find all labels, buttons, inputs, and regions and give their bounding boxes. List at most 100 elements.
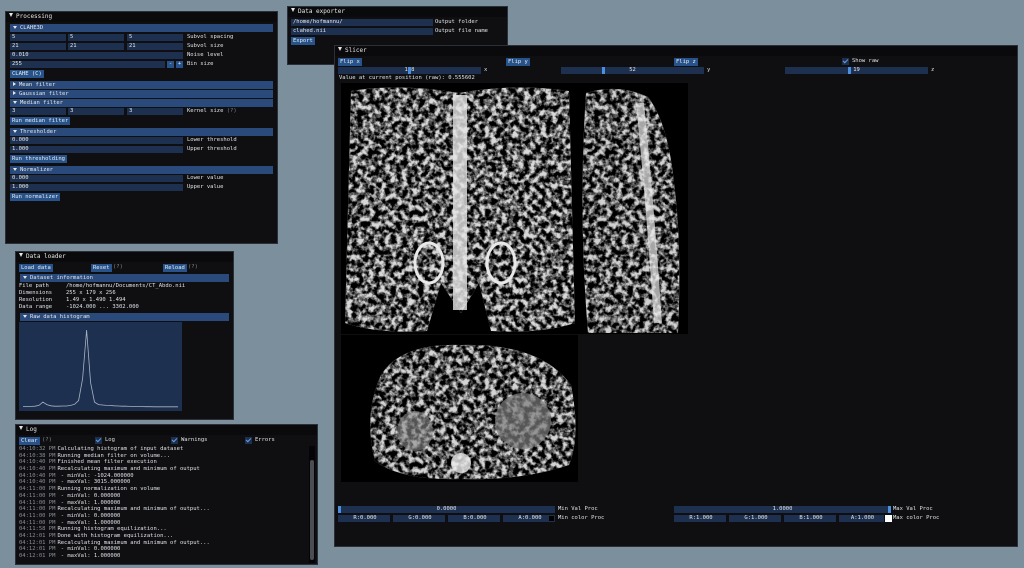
clear-help-marker[interactable]: (?) — [42, 437, 52, 444]
output-file-input[interactable]: clahed.nii — [291, 28, 433, 35]
coronal-slice-svg — [345, 87, 575, 332]
kernel-size-y[interactable]: 3 — [68, 108, 124, 115]
mean-filter-header[interactable]: Mean filter — [10, 81, 273, 89]
max-val-slider[interactable]: 1.0000 — [674, 506, 891, 513]
clahe-header[interactable]: CLAHE3D — [10, 24, 273, 32]
errors-checkbox[interactable] — [245, 437, 252, 444]
slice-z-slider[interactable]: 19 — [785, 67, 928, 74]
kernel-size-x[interactable]: 3 — [10, 108, 66, 115]
flip-x-button[interactable]: Flip x — [338, 58, 362, 66]
sagittal-slice-image[interactable] — [578, 83, 688, 334]
min-color-r[interactable]: R:0.000 — [338, 515, 390, 522]
reset-help-marker[interactable]: (?) — [113, 264, 123, 271]
loader-titlebar[interactable]: Data loader — [16, 252, 233, 262]
log-scrollbar[interactable] — [309, 446, 315, 563]
clahe-run-button[interactable]: CLAHE (C) — [10, 70, 44, 78]
info-key-data-range: Data range — [19, 304, 53, 310]
max-val-grab[interactable] — [888, 506, 891, 513]
subvol-spacing-y[interactable]: 5 — [68, 34, 124, 41]
log-timestamp: 04:11:00 PM — [19, 492, 56, 499]
raw-histogram-plot — [19, 322, 182, 411]
max-color-b[interactable]: B:1.000 — [784, 515, 836, 522]
normalizer-upper-input[interactable]: 1.000 — [10, 184, 183, 191]
help-marker[interactable]: (?) — [227, 108, 237, 114]
collapse-triangle-icon[interactable] — [9, 13, 13, 17]
subvol-size-x[interactable]: 21 — [10, 43, 66, 50]
log-checkbox[interactable] — [95, 437, 102, 444]
slice-y-slider[interactable]: 52 — [561, 67, 704, 74]
normalizer-lower-input[interactable]: 0.000 — [10, 175, 183, 182]
reset-button[interactable]: Reset — [91, 264, 112, 272]
upper-threshold-input[interactable]: 1.000 — [10, 146, 183, 153]
output-folder-input[interactable]: /home/hofmannu/ — [291, 19, 433, 26]
slice-x-grab[interactable] — [408, 67, 411, 74]
median-filter-header[interactable]: Median filter — [10, 99, 273, 107]
slice-y-grab[interactable] — [601, 67, 605, 74]
axial-slice-image[interactable] — [341, 335, 578, 482]
slice-x-slider[interactable]: 128 — [338, 67, 481, 74]
reload-button[interactable]: Reload — [163, 264, 187, 272]
subvol-size-y[interactable]: 21 — [68, 43, 124, 50]
subvol-spacing-x[interactable]: 5 — [10, 34, 66, 41]
bin-size-increment-button[interactable]: + — [176, 61, 183, 68]
min-color-swatch[interactable] — [548, 515, 555, 522]
run-normalizer-button[interactable]: Run normalizer — [10, 193, 61, 201]
collapse-triangle-icon[interactable] — [291, 8, 295, 12]
kernel-size-z[interactable]: 3 — [127, 108, 183, 115]
dataset-info-header[interactable]: Dataset information — [20, 274, 229, 282]
lower-threshold-input[interactable]: 0.000 — [10, 137, 183, 144]
flip-z-button[interactable]: Flip z — [674, 58, 698, 66]
log-message: - minVal: 0.000000 — [57, 492, 121, 499]
exporter-titlebar[interactable]: Data exporter — [288, 7, 507, 17]
subvol-spacing-z[interactable]: 5 — [127, 34, 183, 41]
subvol-size-z[interactable]: 21 — [127, 43, 183, 50]
max-color-g[interactable]: G:1.000 — [729, 515, 781, 522]
collapse-triangle-icon[interactable] — [19, 426, 23, 430]
collapse-triangle-icon[interactable] — [338, 47, 342, 51]
slice-z-grab[interactable] — [848, 67, 851, 74]
min-val-label: Min Val Proc — [558, 506, 598, 512]
min-val-grab[interactable] — [338, 506, 341, 513]
log-titlebar[interactable]: Log — [16, 425, 317, 435]
min-color-b[interactable]: B:0.000 — [448, 515, 500, 522]
reload-help-marker[interactable]: (?) — [188, 264, 198, 271]
run-thresholding-button[interactable]: Run thresholding — [10, 155, 67, 163]
slicer-window: Slicer Flip x Flip y Flip z Show raw 128… — [334, 45, 1018, 547]
export-button[interactable]: Export — [291, 37, 315, 45]
bin-size-decrement-button[interactable]: - — [167, 61, 174, 68]
min-color-g[interactable]: G:0.000 — [393, 515, 445, 522]
axial-heart — [495, 393, 551, 449]
info-key-resolution: Resolution — [19, 297, 53, 303]
collapse-triangle-icon — [13, 100, 17, 104]
processing-titlebar[interactable]: Processing — [6, 12, 277, 22]
bin-size-input[interactable]: 255 — [10, 61, 165, 68]
max-color-swatch[interactable] — [885, 515, 892, 522]
min-val-slider[interactable]: 0.0000 — [338, 506, 555, 513]
histogram-header[interactable]: Raw data histogram — [20, 313, 229, 321]
clear-log-button[interactable]: Clear — [19, 437, 40, 445]
warnings-checkbox[interactable] — [171, 437, 178, 444]
max-color-r[interactable]: R:1.000 — [674, 515, 726, 522]
thresholder-header[interactable]: Thresholder — [10, 128, 273, 136]
slice-x-label: x — [484, 67, 488, 73]
run-median-filter-button[interactable]: Run median filter — [10, 117, 71, 125]
normalizer-header[interactable]: Normalizer — [10, 166, 273, 174]
max-color-a[interactable]: A:1.000 — [839, 515, 884, 522]
slicer-titlebar[interactable]: Slicer — [335, 46, 1017, 56]
log-timestamp: 04:11:00 PM — [19, 519, 56, 526]
flip-y-button[interactable]: Flip y — [506, 58, 530, 66]
log-scrollbar-thumb[interactable] — [310, 460, 314, 560]
load-data-button[interactable]: Load data — [19, 264, 53, 272]
noise-level-input[interactable]: 0.010 — [10, 52, 183, 59]
log-message: - minVal: -1024.000000 — [57, 472, 134, 479]
log-message: - maxVal: 1.000000 — [57, 519, 121, 526]
log-message: Recalculating maximum and minimum of out… — [57, 506, 210, 513]
log-message: Recalculating maximum and minimum of out… — [57, 466, 200, 473]
log-entry: 04:11:00 PM Running normalization on volu… — [19, 486, 307, 493]
collapse-triangle-icon[interactable] — [19, 253, 23, 257]
gaussian-filter-header[interactable]: Gaussian filter — [10, 90, 273, 98]
slice-z-label: z — [931, 67, 935, 73]
coronal-slice-image[interactable] — [341, 83, 578, 334]
collapse-triangle-icon — [23, 275, 27, 279]
show-raw-checkbox[interactable] — [842, 58, 849, 65]
